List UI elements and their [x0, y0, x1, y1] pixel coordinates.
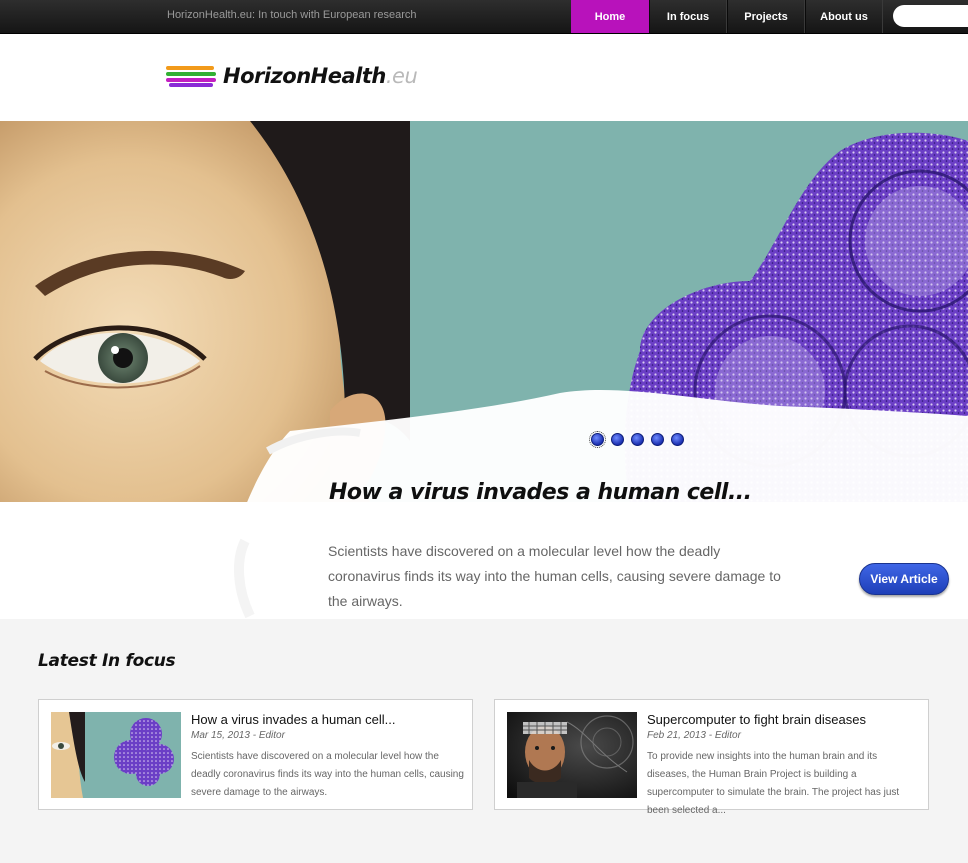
article-thumbnail[interactable]: [51, 712, 181, 798]
card-title[interactable]: How a virus invades a human cell...: [191, 712, 466, 727]
slider-dots: [589, 431, 684, 448]
card-excerpt: To provide new insights into the human b…: [647, 751, 900, 816]
card-title[interactable]: Supercomputer to fight brain diseases: [647, 712, 922, 727]
slider-dot-3[interactable]: [631, 433, 644, 446]
hero-description: Scientists have discovered on a molecula…: [328, 543, 781, 609]
article-thumbnail[interactable]: [507, 712, 637, 798]
site-header: HorizonHealth.eu: [0, 34, 968, 121]
main-nav: Home In focus Projects About us: [571, 0, 883, 33]
nav-about-us[interactable]: About us: [805, 0, 883, 33]
logo-tld: .eu: [385, 64, 418, 88]
logo-name: HorizonHealth: [223, 64, 386, 88]
nav-projects[interactable]: Projects: [727, 0, 805, 33]
card-body: Supercomputer to fight brain diseases Fe…: [647, 712, 922, 820]
slider-dot-2[interactable]: [611, 433, 624, 446]
card-excerpt: Scientists have discovered on a molecula…: [191, 751, 464, 798]
search-input[interactable]: [893, 5, 968, 27]
top-bar: HorizonHealth.eu: In touch with European…: [0, 0, 968, 34]
hero-title: How a virus invades a human cell...: [329, 480, 752, 505]
logo-text: HorizonHealth.eu: [223, 64, 418, 88]
slider-dot-5[interactable]: [671, 433, 684, 446]
latest-heading: Latest In focus: [38, 651, 176, 671]
article-card-supercomputer[interactable]: Supercomputer to fight brain diseases Fe…: [494, 699, 929, 816]
site-tagline: HorizonHealth.eu: In touch with European…: [167, 9, 417, 21]
article-card-virus[interactable]: How a virus invades a human cell... Mar …: [38, 699, 473, 810]
hero-slider: How a virus invades a human cell... Scie…: [0, 121, 968, 619]
nav-home[interactable]: Home: [571, 0, 649, 33]
card-meta: Feb 21, 2013 - Editor: [647, 730, 741, 741]
slider-dot-1[interactable]: [589, 431, 606, 448]
site-logo[interactable]: HorizonHealth.eu: [166, 64, 418, 88]
virus-thumbnail-image: [51, 712, 181, 798]
slider-dot-4[interactable]: [651, 433, 664, 446]
logo-stripes-icon: [166, 64, 216, 88]
view-article-button[interactable]: View Article: [859, 563, 949, 595]
nav-in-focus[interactable]: In focus: [649, 0, 727, 33]
card-body: How a virus invades a human cell... Mar …: [191, 712, 466, 802]
brain-project-thumbnail-image: [507, 712, 637, 798]
card-meta: Mar 15, 2013 - Editor: [191, 730, 285, 741]
